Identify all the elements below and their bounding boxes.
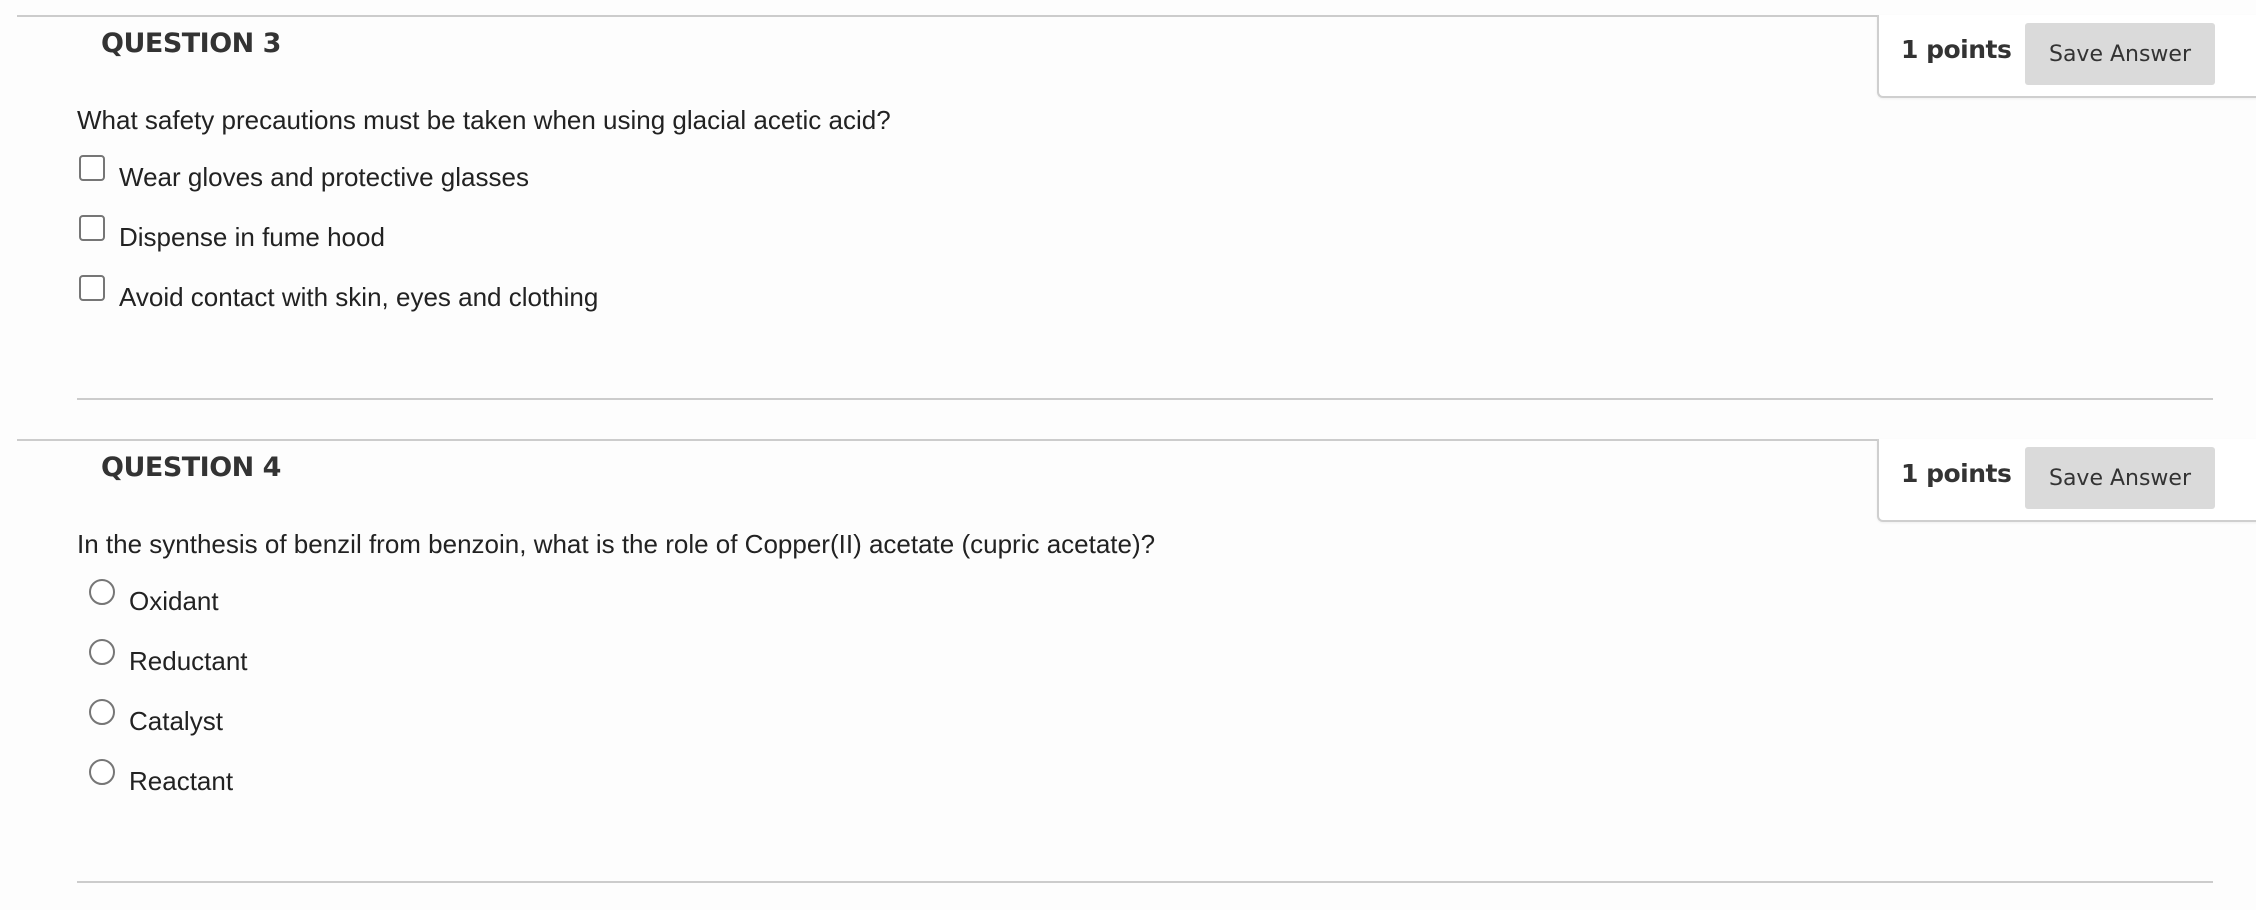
points-panel: 1 points Save Answer [1877, 439, 2256, 522]
option-label: Wear gloves and protective glasses [119, 162, 529, 192]
option-label: Oxidant [129, 586, 219, 616]
save-answer-button[interactable]: Save Answer [2025, 23, 2215, 85]
option-label: Dispense in fume hood [119, 222, 385, 252]
question-3: QUESTION 3 1 points Save Answer What saf… [17, 15, 2256, 401]
question-title: QUESTION 4 [101, 452, 281, 483]
save-answer-button[interactable]: Save Answer [2025, 447, 2215, 509]
answer-option[interactable]: Avoid contact with skin, eyes and clothi… [79, 275, 598, 312]
points-value: 1 points [1901, 35, 2012, 64]
option-label: Avoid contact with skin, eyes and clothi… [119, 282, 599, 312]
answer-option[interactable]: Oxidant [89, 579, 219, 616]
points-value: 1 points [1901, 459, 2012, 488]
question-divider [77, 881, 2213, 883]
question-divider [77, 398, 2213, 400]
answer-option[interactable]: Dispense in fume hood [79, 215, 385, 252]
question-text: In the synthesis of benzil from benzoin,… [77, 529, 1156, 559]
points-panel: 1 points Save Answer [1877, 15, 2256, 98]
radio-button[interactable] [89, 579, 115, 605]
answer-option[interactable]: Wear gloves and protective glasses [79, 155, 529, 192]
question-title: QUESTION 3 [101, 28, 281, 59]
question-text: What safety precautions must be taken wh… [77, 105, 891, 135]
checkbox[interactable] [79, 215, 105, 241]
radio-button[interactable] [89, 639, 115, 665]
radio-button[interactable] [89, 699, 115, 725]
option-label: Reactant [129, 766, 234, 796]
quiz-page: QUESTION 3 1 points Save Answer What saf… [0, 0, 2256, 910]
answer-option[interactable]: Catalyst [89, 699, 223, 736]
option-label: Reductant [129, 646, 248, 676]
answer-option[interactable]: Reactant [89, 759, 233, 796]
question-4: QUESTION 4 1 points Save Answer In the s… [17, 439, 2256, 885]
checkbox[interactable] [79, 275, 105, 301]
radio-button[interactable] [89, 759, 115, 785]
option-label: Catalyst [129, 706, 223, 736]
answer-option[interactable]: Reductant [89, 639, 248, 676]
checkbox[interactable] [79, 155, 105, 181]
